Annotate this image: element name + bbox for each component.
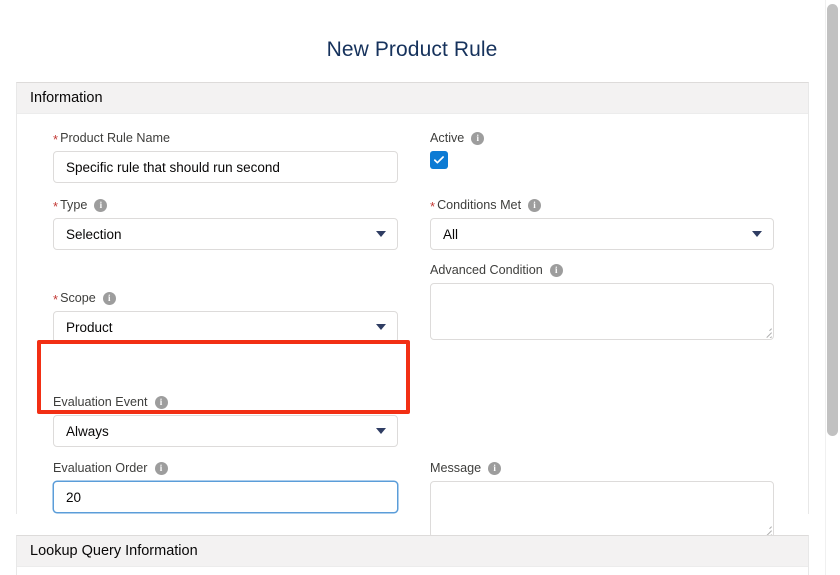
label-message: Message i <box>430 460 774 477</box>
evaluation-order-input[interactable] <box>53 481 398 513</box>
label-text: Advanced Condition <box>430 263 543 277</box>
label-conditions-met: * Conditions Met i <box>430 197 774 214</box>
required-marker: * <box>53 199 59 214</box>
info-icon[interactable]: i <box>488 462 502 475</box>
label-product-rule-name: * Product Rule Name <box>53 130 398 147</box>
lookup-query-information-title: Lookup Query Information <box>30 543 198 559</box>
info-icon[interactable]: i <box>94 199 108 212</box>
label-type: * Type i <box>53 197 398 214</box>
chevron-down-icon <box>376 324 386 330</box>
field-product-rule-name: * Product Rule Name <box>53 130 398 183</box>
info-icon[interactable]: i <box>549 264 563 277</box>
message-textarea-wrapper <box>430 481 774 538</box>
information-section: Information * Product Rule Name * Type i <box>16 82 809 538</box>
lookup-query-information-section: Lookup Query Information <box>16 535 809 575</box>
required-marker: * <box>53 132 59 147</box>
field-evaluation-order: Evaluation Order i <box>53 460 398 513</box>
product-rule-page: New Product Rule Information * Product R… <box>0 0 840 575</box>
evaluation-event-selected-value: Always <box>66 423 109 439</box>
label-text: Message <box>430 461 482 475</box>
scope-selected-value: Product <box>66 319 113 335</box>
info-icon[interactable]: i <box>471 132 485 145</box>
field-advanced-condition: Advanced Condition i <box>430 262 774 340</box>
information-form-body: * Product Rule Name * Type i Selection <box>17 114 808 538</box>
label-scope: * Scope i <box>53 290 398 307</box>
message-textarea[interactable] <box>431 482 773 537</box>
scope-dropdown[interactable]: Product <box>53 311 398 343</box>
label-text: Type <box>60 198 88 212</box>
check-icon <box>433 156 444 164</box>
info-icon[interactable]: i <box>154 462 168 475</box>
product-rule-name-input[interactable] <box>53 151 398 183</box>
field-active: Active i <box>430 130 774 169</box>
lookup-query-information-header[interactable]: Lookup Query Information <box>17 536 808 567</box>
label-active: Active i <box>430 130 774 147</box>
info-icon[interactable]: i <box>154 396 168 409</box>
chevron-down-icon <box>752 231 762 237</box>
evaluation-event-dropdown[interactable]: Always <box>53 415 398 447</box>
field-scope: * Scope i Product <box>53 290 398 343</box>
chevron-down-icon <box>376 428 386 434</box>
information-section-title: Information <box>30 90 103 106</box>
label-evaluation-order: Evaluation Order i <box>53 460 398 477</box>
label-text: Active <box>430 131 465 145</box>
vertical-scrollbar-track[interactable] <box>825 0 840 575</box>
label-text: Conditions Met <box>437 198 522 212</box>
required-marker: * <box>430 199 436 214</box>
label-advanced-condition: Advanced Condition i <box>430 262 774 279</box>
field-type: * Type i Selection <box>53 197 398 250</box>
info-icon[interactable]: i <box>102 292 116 305</box>
information-section-header[interactable]: Information <box>17 83 808 114</box>
field-conditions-met: * Conditions Met i All <box>430 197 774 250</box>
conditions-met-selected-value: All <box>443 226 459 242</box>
label-text: Product Rule Name <box>60 131 170 145</box>
required-marker: * <box>53 292 59 307</box>
page-title: New Product Rule <box>326 38 498 61</box>
resize-handle-icon[interactable] <box>760 326 772 338</box>
field-message: Message i <box>430 460 774 538</box>
advanced-condition-textarea-wrapper <box>430 283 774 340</box>
vertical-scrollbar-thumb[interactable] <box>827 4 838 436</box>
active-checkbox[interactable] <box>430 151 448 169</box>
field-evaluation-event: Evaluation Event i Always <box>53 394 398 447</box>
chevron-down-icon <box>376 231 386 237</box>
label-text: Scope <box>60 291 96 305</box>
advanced-condition-textarea[interactable] <box>431 284 773 339</box>
conditions-met-dropdown[interactable]: All <box>430 218 774 250</box>
label-text: Evaluation Event <box>53 395 148 409</box>
label-text: Evaluation Order <box>53 461 148 475</box>
label-evaluation-event: Evaluation Event i <box>53 394 398 411</box>
type-dropdown[interactable]: Selection <box>53 218 398 250</box>
type-selected-value: Selection <box>66 226 122 242</box>
info-icon[interactable]: i <box>528 199 542 212</box>
